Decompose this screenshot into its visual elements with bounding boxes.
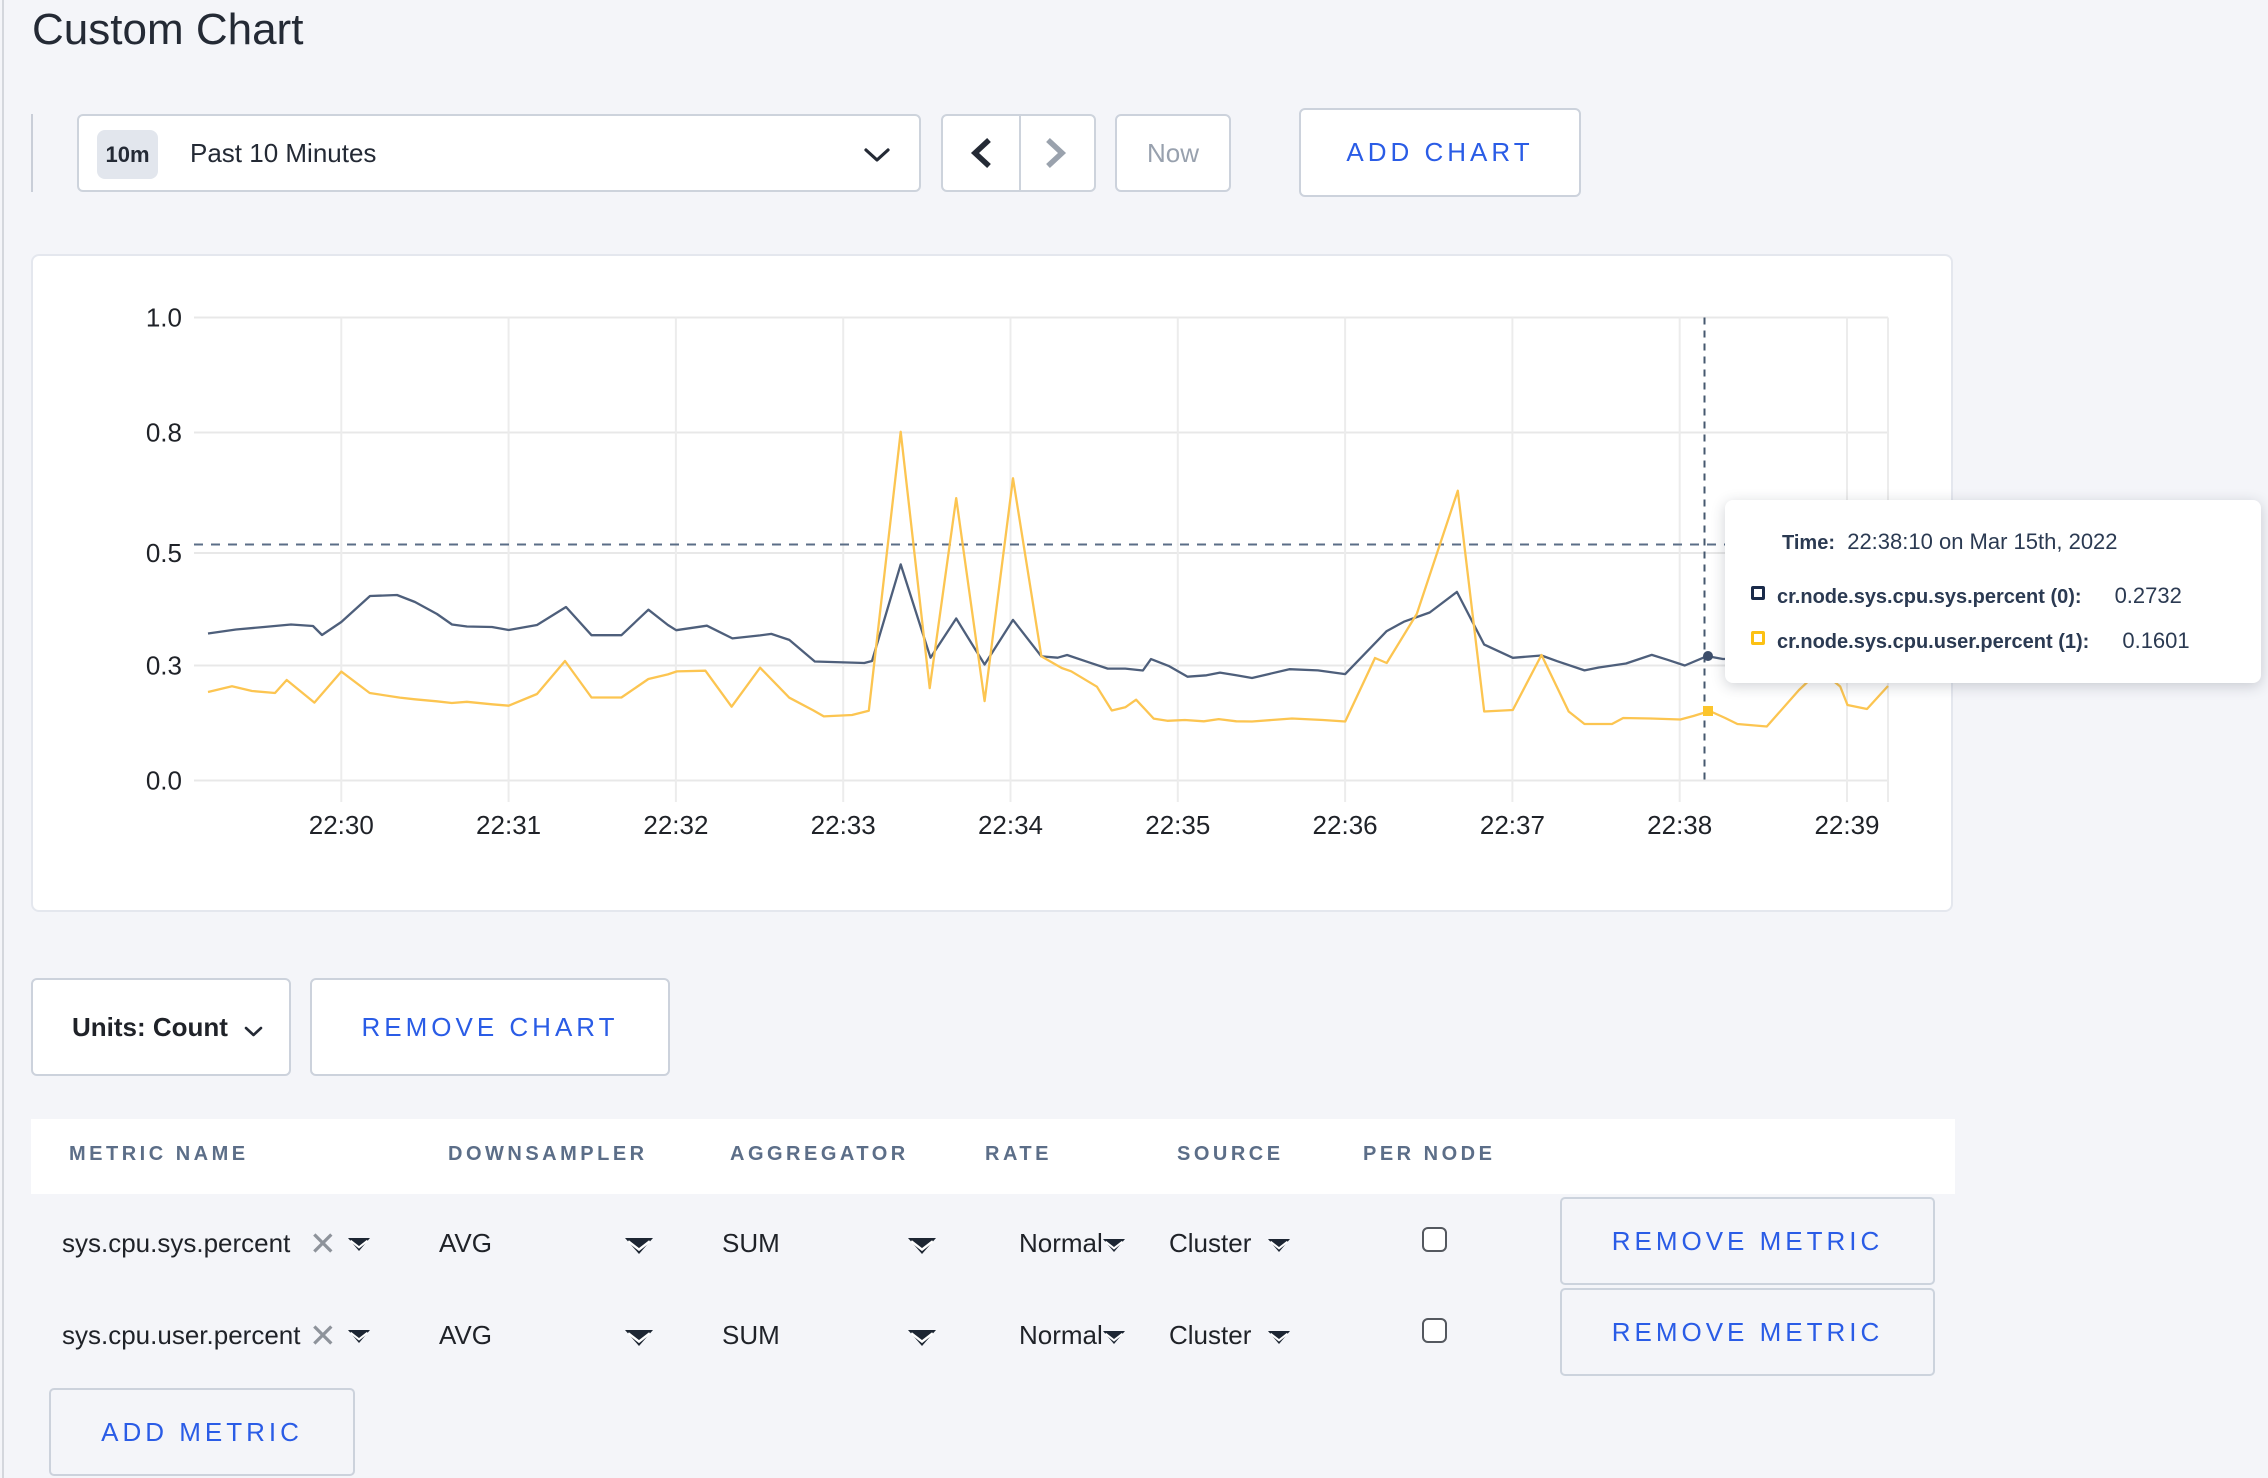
svg-text:0.0: 0.0 [146,766,182,796]
svg-text:22:32: 22:32 [643,810,708,840]
svg-text:22:33: 22:33 [811,810,876,840]
svg-text:22:30: 22:30 [309,810,374,840]
svg-text:22:37: 22:37 [1480,810,1545,840]
svg-text:22:35: 22:35 [1145,810,1210,840]
svg-text:22:34: 22:34 [978,810,1043,840]
svg-text:22:36: 22:36 [1313,810,1378,840]
svg-text:22:31: 22:31 [476,810,541,840]
svg-text:22:39: 22:39 [1814,810,1879,840]
svg-text:22:38: 22:38 [1647,810,1712,840]
svg-text:0.5: 0.5 [146,538,182,568]
svg-text:1.0: 1.0 [146,303,182,333]
svg-text:0.3: 0.3 [146,651,182,681]
svg-text:0.8: 0.8 [146,418,182,448]
